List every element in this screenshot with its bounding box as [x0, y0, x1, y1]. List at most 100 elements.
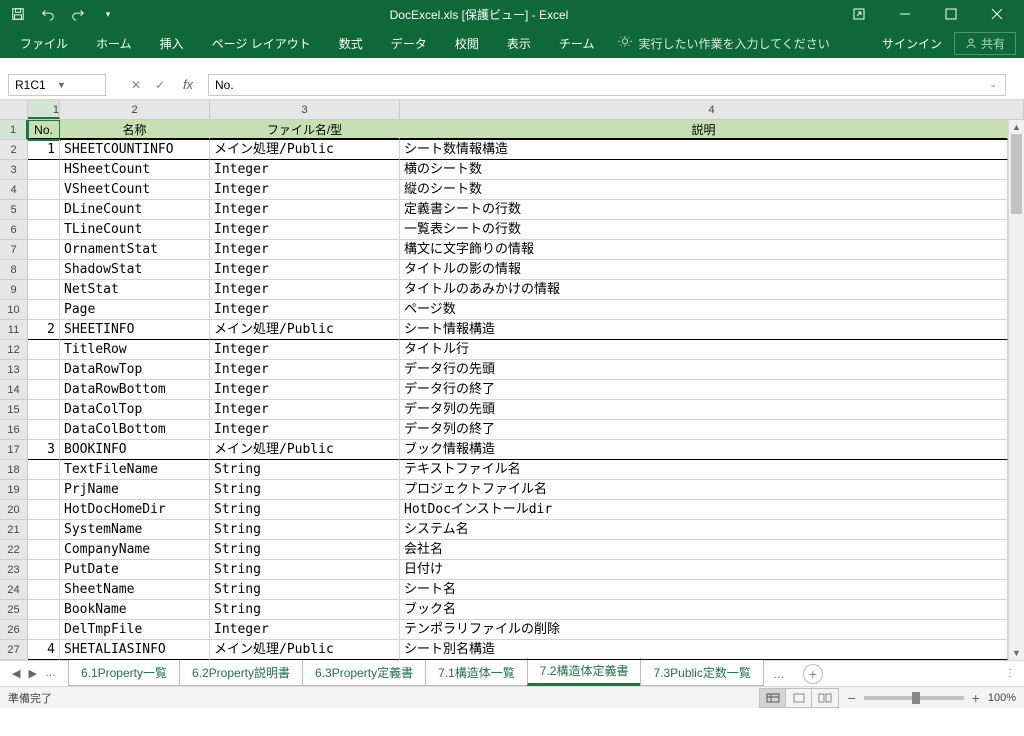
cell[interactable]: DataColBottom	[60, 420, 210, 440]
cell[interactable]: DelTmpFile	[60, 620, 210, 640]
column-header[interactable]: 2	[60, 100, 210, 119]
cell[interactable]: ShadowStat	[60, 260, 210, 280]
sheet-tab[interactable]: 6.3Property定義書	[302, 660, 426, 686]
page-layout-view-button[interactable]	[786, 689, 812, 707]
cell[interactable]	[28, 300, 60, 320]
cell[interactable]: No.	[28, 120, 60, 140]
ribbon-tab[interactable]: 校閲	[443, 29, 491, 58]
ribbon-options-button[interactable]	[836, 0, 882, 28]
cell[interactable]: メイン処理/Public	[210, 320, 400, 340]
cell[interactable]	[28, 280, 60, 300]
cell[interactable]: SystemName	[60, 520, 210, 540]
cell[interactable]	[28, 620, 60, 640]
row-header[interactable]: 13	[0, 360, 28, 380]
signin-link[interactable]: サインイン	[882, 35, 942, 52]
cell[interactable]: シート数情報構造	[400, 140, 1008, 160]
cell[interactable]	[28, 580, 60, 600]
cell[interactable]: Integer	[210, 380, 400, 400]
cell[interactable]: 名称	[60, 120, 210, 140]
cell[interactable]	[28, 380, 60, 400]
cell[interactable]: メイン処理/Public	[210, 140, 400, 160]
column-header[interactable]: 4	[400, 100, 1024, 119]
cell[interactable]: Integer	[210, 180, 400, 200]
cell[interactable]: ブック名	[400, 600, 1008, 620]
cell[interactable]: DataRowTop	[60, 360, 210, 380]
cell[interactable]: 説明	[400, 120, 1008, 140]
sheet-tab[interactable]: 6.2Property説明書	[179, 660, 303, 686]
row-header[interactable]: 18	[0, 460, 28, 480]
cell[interactable]: シート名	[400, 580, 1008, 600]
cell[interactable]: テンポラリファイルの削除	[400, 620, 1008, 640]
formula-input[interactable]: No. ⌄	[208, 74, 1006, 96]
row-header[interactable]: 14	[0, 380, 28, 400]
name-box[interactable]: R1C1 ▼	[8, 74, 106, 96]
cell[interactable]: String	[210, 580, 400, 600]
zoom-slider[interactable]	[864, 696, 964, 700]
zoom-level[interactable]: 100%	[988, 692, 1016, 704]
sheet-nav-next[interactable]: ▶	[28, 667, 36, 680]
cell[interactable]: HotDocHomeDir	[60, 500, 210, 520]
cell[interactable]: タイトル行	[400, 340, 1008, 360]
cell[interactable]	[28, 180, 60, 200]
undo-button[interactable]	[34, 2, 62, 26]
cell[interactable]: 縦のシート数	[400, 180, 1008, 200]
cell[interactable]: String	[210, 560, 400, 580]
cell[interactable]: NetStat	[60, 280, 210, 300]
ribbon-tab[interactable]: チーム	[547, 29, 607, 58]
cell[interactable]: 一覧表シートの行数	[400, 220, 1008, 240]
cell[interactable]: SHEETINFO	[60, 320, 210, 340]
row-header[interactable]: 25	[0, 600, 28, 620]
scroll-down-icon[interactable]: ▼	[1009, 646, 1024, 660]
cell[interactable]: 会社名	[400, 540, 1008, 560]
sheet-nav-more[interactable]: …	[45, 667, 56, 680]
cell[interactable]	[28, 160, 60, 180]
sheet-nav-prev[interactable]: ◀	[12, 667, 20, 680]
cell[interactable]: BookName	[60, 600, 210, 620]
row-header[interactable]: 20	[0, 500, 28, 520]
cell[interactable]	[28, 560, 60, 580]
cell[interactable]: Integer	[210, 260, 400, 280]
cell[interactable]: Integer	[210, 340, 400, 360]
cell[interactable]	[28, 420, 60, 440]
row-header[interactable]: 16	[0, 420, 28, 440]
ribbon-tab[interactable]: 表示	[495, 29, 543, 58]
ribbon-tab[interactable]: ページ レイアウト	[200, 29, 323, 58]
row-header[interactable]: 17	[0, 440, 28, 460]
cell[interactable]	[28, 600, 60, 620]
row-header[interactable]: 10	[0, 300, 28, 320]
cell[interactable]: SHETALIASINFO	[60, 640, 210, 660]
cell[interactable]: 横のシート数	[400, 160, 1008, 180]
cell[interactable]: Integer	[210, 400, 400, 420]
cell[interactable]: Integer	[210, 200, 400, 220]
row-header[interactable]: 21	[0, 520, 28, 540]
row-header[interactable]: 12	[0, 340, 28, 360]
row-header[interactable]: 19	[0, 480, 28, 500]
cell[interactable]: 3	[28, 440, 60, 460]
cell[interactable]: Integer	[210, 300, 400, 320]
ribbon-tab[interactable]: ホーム	[84, 29, 144, 58]
cell[interactable]: SheetName	[60, 580, 210, 600]
cell[interactable]: プロジェクトファイル名	[400, 480, 1008, 500]
expand-formula-icon[interactable]: ⌄	[989, 79, 997, 90]
cell[interactable]	[28, 260, 60, 280]
cell[interactable]	[28, 500, 60, 520]
ribbon-tab[interactable]: データ	[379, 29, 439, 58]
cell[interactable]: CompanyName	[60, 540, 210, 560]
share-button[interactable]: 共有	[954, 32, 1016, 55]
cell[interactable]: OrnamentStat	[60, 240, 210, 260]
tell-me[interactable]: 実行したい作業を入力してください	[618, 35, 829, 52]
cell[interactable]: Integer	[210, 160, 400, 180]
sheet-tab[interactable]: 7.1構造体一覧	[425, 660, 528, 686]
row-header[interactable]: 27	[0, 640, 28, 660]
ribbon-tab[interactable]: ファイル	[8, 29, 80, 58]
cell[interactable]: 1	[28, 140, 60, 160]
row-header[interactable]: 11	[0, 320, 28, 340]
cell[interactable]: HotDocインストールdir	[400, 500, 1008, 520]
scrollbar-thumb[interactable]	[1011, 134, 1022, 214]
zoom-out-button[interactable]: −	[847, 690, 855, 706]
sheet-tab[interactable]: 6.1Property一覧	[68, 660, 180, 686]
cell[interactable]: シート情報構造	[400, 320, 1008, 340]
cell[interactable]: メイン処理/Public	[210, 440, 400, 460]
cell[interactable]: メイン処理/Public	[210, 640, 400, 660]
cell[interactable]: TextFileName	[60, 460, 210, 480]
